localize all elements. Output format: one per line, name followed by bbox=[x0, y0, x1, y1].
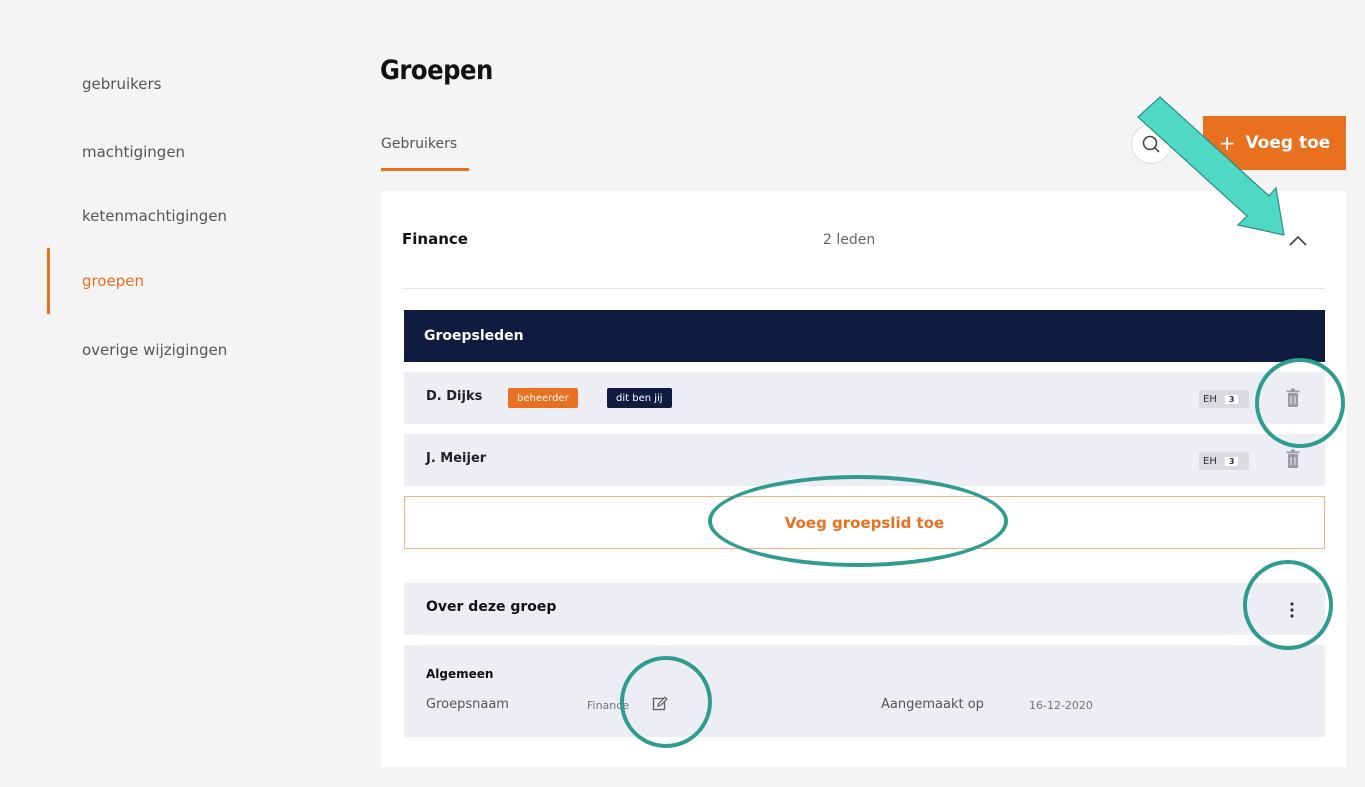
role-chip: EH 3 bbox=[1199, 452, 1249, 470]
created-value: 16-12-2020 bbox=[1029, 699, 1093, 712]
self-badge: dit ben jij bbox=[607, 388, 672, 408]
sidebar-active-indicator bbox=[47, 248, 50, 314]
sidebar-item-overige-wijzigingen[interactable]: overige wijzigingen bbox=[82, 341, 227, 359]
annotation-arrow bbox=[1137, 96, 1285, 236]
annotation-circle bbox=[1243, 560, 1333, 650]
role-label: EH bbox=[1203, 455, 1217, 467]
member-name: J. Meijer bbox=[426, 451, 487, 466]
about-group-title: Over deze groep bbox=[426, 599, 557, 615]
trash-icon[interactable] bbox=[1285, 448, 1301, 470]
members-header: Groepsleden bbox=[404, 310, 1325, 362]
sidebar-item-gebruikers[interactable]: gebruikers bbox=[82, 75, 161, 93]
role-number: 3 bbox=[1224, 394, 1239, 404]
members-header-label: Groepsleden bbox=[424, 328, 524, 344]
sidebar-item-machtigingen[interactable]: machtigingen bbox=[82, 143, 185, 161]
role-chip: EH 3 bbox=[1199, 390, 1249, 408]
member-count: 2 leden bbox=[823, 232, 876, 248]
about-group-header: Over deze groep bbox=[404, 583, 1325, 635]
group-name-label: Groepsnaam bbox=[426, 697, 509, 712]
group-info-panel: Algemeen Groepsnaam Finance Aangemaakt o… bbox=[404, 645, 1325, 737]
sidebar-item-ketenmachtigingen[interactable]: ketenmachtigingen bbox=[82, 207, 227, 225]
annotation-circle bbox=[620, 656, 712, 748]
page-title: Groepen bbox=[380, 55, 493, 86]
created-label: Aangemaakt op bbox=[881, 697, 984, 712]
tab-gebruikers[interactable]: Gebruikers bbox=[381, 136, 457, 152]
info-section-title: Algemeen bbox=[426, 667, 494, 681]
tab-active-underline bbox=[381, 168, 469, 171]
admin-badge: beheerder bbox=[508, 388, 578, 408]
sidebar-item-groepen[interactable]: groepen bbox=[82, 272, 144, 290]
member-row: D. Dijks beheerder dit ben jij EH 3 bbox=[404, 372, 1325, 424]
divider bbox=[402, 288, 1325, 289]
group-name: Finance bbox=[402, 230, 468, 248]
role-number: 3 bbox=[1224, 456, 1239, 466]
role-label: EH bbox=[1203, 393, 1217, 405]
annotation-circle bbox=[708, 475, 1008, 567]
annotation-circle bbox=[1255, 358, 1345, 448]
member-name: D. Dijks bbox=[426, 389, 483, 404]
